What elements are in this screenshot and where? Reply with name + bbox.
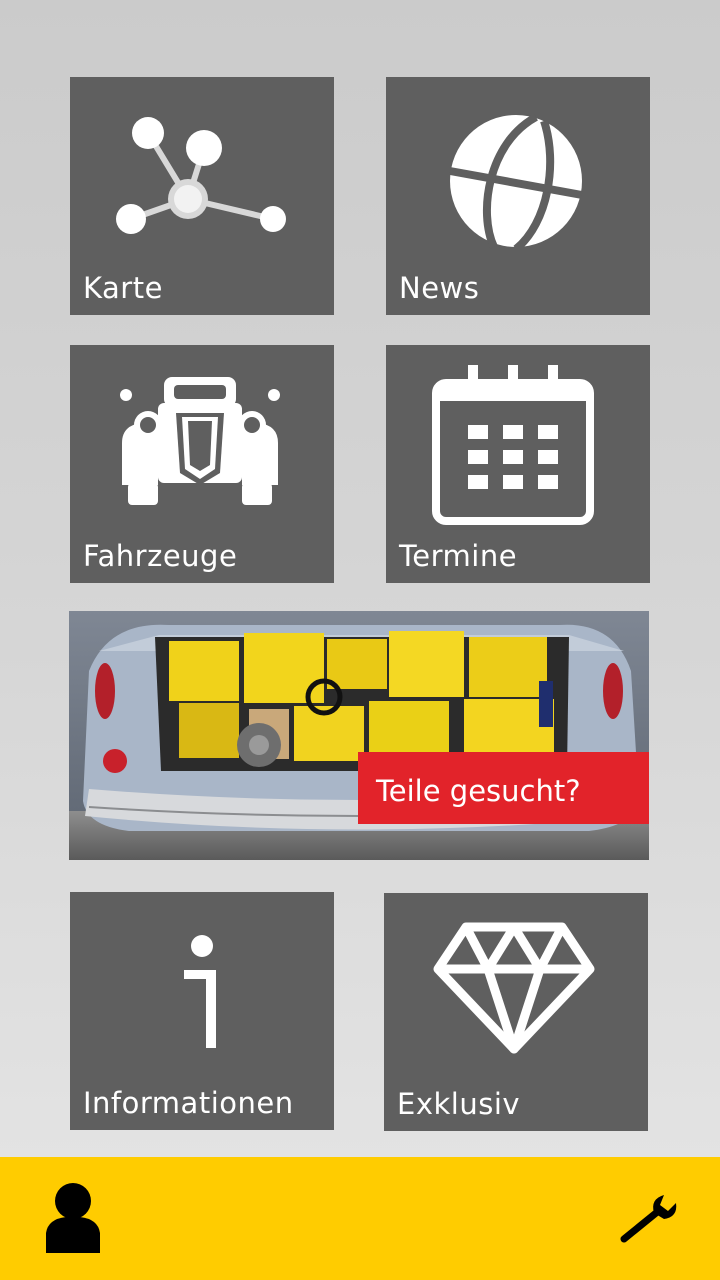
vintage-car-icon [120, 377, 280, 505]
tile-label: Exklusiv [397, 1087, 521, 1121]
tile-label: News [399, 271, 480, 305]
tile-label: Informationen [83, 1086, 294, 1120]
tile-exklusiv[interactable]: Exklusiv [384, 893, 648, 1131]
tile-label: Fahrzeuge [83, 539, 238, 573]
tile-karte[interactable]: Karte [70, 77, 334, 315]
info-icon [184, 935, 216, 1048]
bottom-bar [0, 1157, 720, 1280]
tile-label: Termine [399, 539, 518, 573]
network-icon [116, 117, 286, 234]
parts-search-button[interactable]: Teile gesucht? [358, 752, 649, 824]
user-icon[interactable] [44, 1181, 102, 1253]
tile-termine[interactable]: Termine [386, 345, 650, 583]
tile-informationen[interactable]: Informationen [70, 892, 334, 1130]
diamond-icon [433, 922, 595, 1054]
globe-icon [449, 113, 583, 249]
parts-banner[interactable]: Teile gesucht? [69, 611, 649, 860]
tile-fahrzeuge[interactable]: Fahrzeuge [70, 345, 334, 583]
tile-label: Karte [83, 271, 163, 305]
tile-news[interactable]: News [386, 77, 650, 315]
wrench-icon[interactable] [618, 1191, 680, 1243]
calendar-icon [432, 365, 594, 525]
